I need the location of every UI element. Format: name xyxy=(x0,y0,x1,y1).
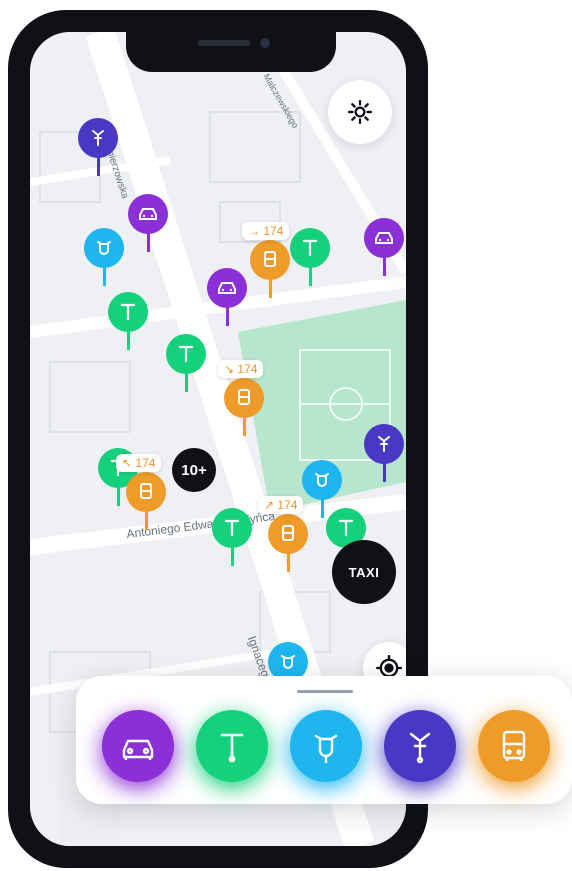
bus-icon xyxy=(502,730,526,761)
vehicle-type-tray xyxy=(76,676,572,804)
moped-map-pin[interactable] xyxy=(84,228,124,290)
scooter-map-pin[interactable] xyxy=(290,228,330,290)
moped-icon xyxy=(97,241,111,255)
speaker xyxy=(198,40,250,46)
pin-head xyxy=(166,334,206,374)
car-map-pin[interactable] xyxy=(364,218,404,280)
gear-icon xyxy=(347,99,373,125)
car-map-pin[interactable] xyxy=(207,268,247,330)
route-badge: → 174 xyxy=(242,222,290,240)
bus-map-pin[interactable] xyxy=(250,240,290,302)
scooter-map-pin[interactable] xyxy=(212,508,252,570)
bus-filter-button[interactable] xyxy=(478,710,550,782)
scooter-icon xyxy=(120,303,136,321)
bike-filter-button[interactable] xyxy=(384,710,456,782)
moped-icon xyxy=(315,473,329,487)
tray-grab-handle[interactable] xyxy=(297,690,353,693)
route-badge: ↖ 174 xyxy=(116,454,162,472)
bus-map-pin[interactable] xyxy=(126,472,166,534)
scooter-icon xyxy=(224,519,240,537)
moped-icon xyxy=(314,734,338,764)
pin-head xyxy=(302,460,342,500)
bus-icon xyxy=(264,251,276,267)
car-icon xyxy=(122,739,154,760)
scooter-map-pin[interactable] xyxy=(108,292,148,354)
bus-icon xyxy=(282,525,294,541)
pin-head xyxy=(128,194,168,234)
pin-head xyxy=(84,228,124,268)
pin-head xyxy=(224,378,264,418)
car-icon xyxy=(218,282,236,294)
pin-head xyxy=(207,268,247,308)
pin-head xyxy=(364,424,404,464)
bus-map-pin[interactable] xyxy=(268,514,308,576)
pin-head xyxy=(126,472,166,512)
moped-icon xyxy=(281,655,295,669)
route-badge: ↘ 174 xyxy=(218,360,264,378)
bicycle-icon xyxy=(409,732,431,764)
kick-scooter-icon xyxy=(220,733,244,763)
bike-icon xyxy=(378,436,390,452)
pin-head xyxy=(250,240,290,280)
scooter-icon xyxy=(338,519,354,537)
settings-button[interactable] xyxy=(328,80,392,144)
cluster-marker[interactable]: 10+ xyxy=(172,448,216,492)
bike-map-pin[interactable] xyxy=(364,424,404,486)
pin-head xyxy=(212,508,252,548)
bike-map-pin[interactable] xyxy=(78,118,118,180)
scooter-filter-button[interactable] xyxy=(196,710,268,782)
scooter-icon xyxy=(302,239,318,257)
bus-icon xyxy=(140,483,152,499)
route-badge: ↗ 174 xyxy=(258,496,304,514)
car-icon xyxy=(139,208,157,220)
front-camera xyxy=(260,38,270,48)
car-filter-button[interactable] xyxy=(102,710,174,782)
bus-icon xyxy=(238,389,250,405)
pin-head xyxy=(108,292,148,332)
car-icon xyxy=(375,232,393,244)
pin-head xyxy=(78,118,118,158)
pin-head xyxy=(364,218,404,258)
bike-icon xyxy=(92,130,104,146)
scooter-map-pin[interactable] xyxy=(166,334,206,396)
car-map-pin[interactable] xyxy=(128,194,168,256)
pin-head xyxy=(268,514,308,554)
taxi-button[interactable]: TAXI xyxy=(332,540,396,604)
moped-filter-button[interactable] xyxy=(290,710,362,782)
phone-notch xyxy=(126,28,336,72)
pin-head xyxy=(290,228,330,268)
scooter-icon xyxy=(178,345,194,363)
bus-map-pin[interactable] xyxy=(224,378,264,440)
